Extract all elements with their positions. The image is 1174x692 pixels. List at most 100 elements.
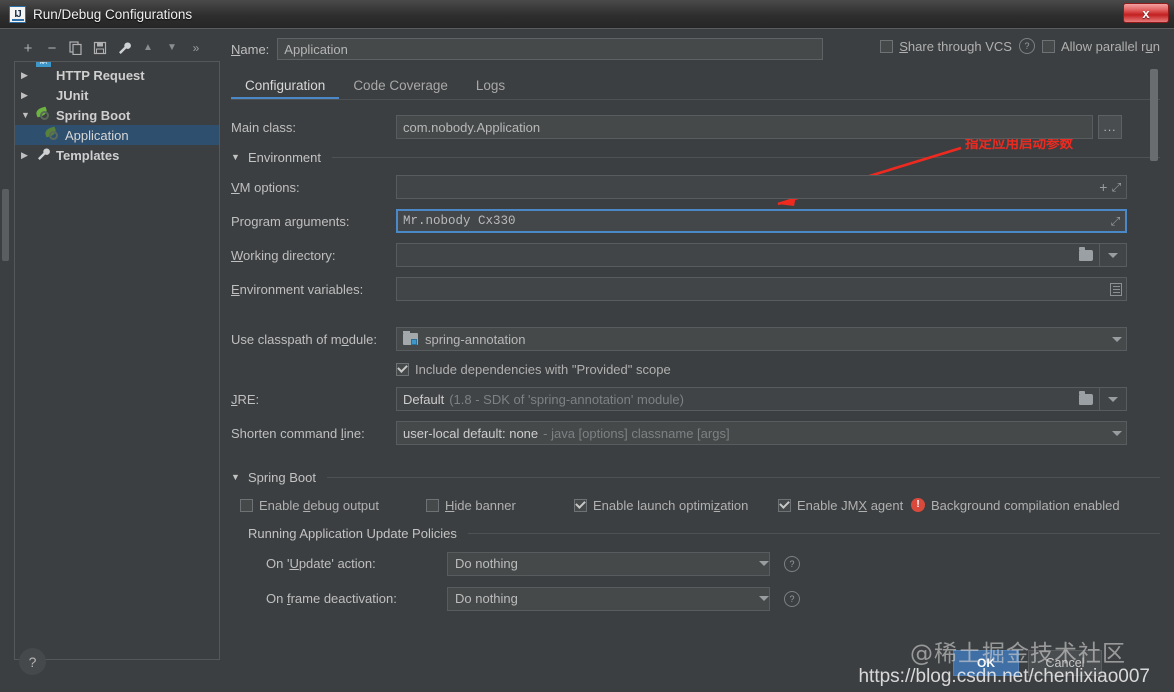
environment-section-label: Environment (248, 149, 321, 165)
name-input[interactable]: Application (277, 38, 824, 60)
program-arguments-value: Mr.nobody Cx330 (403, 214, 516, 228)
tree-item-junit[interactable]: ▶ JUnit (15, 85, 219, 105)
share-vcs-help-icon[interactable]: ? (1018, 38, 1035, 54)
enable-debug-output-checkbox[interactable]: Enable debug output (240, 498, 426, 513)
dialog-left-scrollbar-thumb[interactable] (2, 189, 9, 261)
browse-folder-icon[interactable] (1073, 246, 1099, 261)
enable-launch-optimization-label: Enable launch optimization (593, 497, 749, 513)
checkbox-box[interactable] (574, 498, 587, 512)
tree-item-http-request[interactable]: ▶ HTTP Request (15, 65, 219, 85)
program-arguments-adornments: ⤡ (1111, 214, 1121, 229)
on-update-action-dropdown[interactable]: Do nothing (447, 551, 770, 576)
save-configuration-icon[interactable] (89, 37, 111, 59)
add-macro-icon[interactable]: + (1099, 179, 1107, 195)
environment-section-header[interactable]: ▼ Environment (231, 144, 1160, 170)
tab-configuration[interactable]: Configuration (231, 78, 340, 99)
enable-launch-optimization-checkbox[interactable]: Enable launch optimization (574, 498, 778, 513)
on-frame-dropdown-arrow[interactable] (759, 596, 769, 601)
remove-configuration-button[interactable]: − (41, 37, 63, 59)
vm-options-input[interactable]: + ⤡ (396, 175, 1127, 199)
expand-editor-icon[interactable]: ⤡ (1111, 214, 1121, 229)
environment-variables-input[interactable] (396, 277, 1127, 301)
program-arguments-input[interactable]: Mr.nobody Cx330 ⤡ (396, 209, 1127, 233)
editor-scrollbar-thumb[interactable] (1150, 69, 1158, 161)
tabs-divider (231, 99, 1160, 100)
templates-wrench-icon (36, 147, 52, 163)
help-button[interactable]: ? (19, 648, 46, 675)
copy-configuration-icon[interactable] (65, 37, 87, 59)
checkbox-box[interactable] (1041, 39, 1055, 53)
working-directory-row: Working directory: (231, 238, 1160, 272)
working-directory-label: Working directory: (231, 247, 336, 263)
main-class-browse-button[interactable]: ... (1098, 115, 1122, 139)
on-update-dropdown-arrow[interactable] (759, 561, 769, 566)
shorten-command-line-label: Shorten command line: (231, 425, 365, 441)
configurations-toolbar: + − ▲ ▼ » (14, 35, 220, 61)
edit-templates-wrench-icon[interactable] (113, 37, 135, 59)
tree-item-spring-boot[interactable]: ▼ Spring Boot (15, 105, 219, 125)
tree-item-application[interactable]: Application (15, 125, 219, 145)
expand-triangle-icon[interactable]: ▶ (21, 70, 32, 81)
enable-jmx-agent-checkbox[interactable]: Enable JMX agent (778, 498, 911, 513)
allow-parallel-run-checkbox[interactable]: Allow parallel run (1041, 38, 1160, 54)
shorten-command-line-row: Shorten command line: user-local default… (231, 416, 1160, 450)
on-frame-deactivation-dropdown[interactable]: Do nothing (447, 586, 770, 611)
on-frame-deactivation-row: On frame deactivation: Do nothing ? (231, 581, 1160, 616)
collapse-triangle-icon[interactable]: ▼ (21, 110, 32, 120)
shorten-command-line-dropdown[interactable]: user-local default: none - java [options… (396, 421, 1127, 445)
working-directory-dropdown-icon[interactable] (1099, 243, 1126, 267)
jre-dropdown[interactable]: Default (1.8 - SDK of 'spring-annotation… (396, 387, 1127, 411)
edit-variables-list-icon[interactable] (1110, 282, 1122, 296)
tab-code-coverage[interactable]: Code Coverage (339, 78, 462, 99)
name-row-options: Share through VCS ? Allow parallel run (880, 38, 1160, 54)
add-configuration-button[interactable]: + (17, 37, 39, 59)
move-down-icon[interactable]: ▼ (161, 37, 183, 59)
spring-boot-section-header[interactable]: ▼ Spring Boot (231, 464, 1160, 490)
browse-folder-icon[interactable] (1073, 390, 1099, 405)
include-provided-checkbox[interactable]: Include dependencies with "Provided" sco… (396, 362, 671, 377)
use-classpath-arrow[interactable] (1112, 336, 1122, 342)
checkbox-box[interactable] (396, 362, 409, 376)
more-options-icon[interactable]: » (185, 37, 207, 59)
tab-logs[interactable]: Logs (462, 78, 519, 99)
expand-triangle-icon[interactable]: ▶ (21, 90, 32, 101)
working-directory-input[interactable] (396, 243, 1127, 267)
configuration-form: 指定应用启动参数 Main class: com.nobody.Applicat… (231, 110, 1160, 660)
close-icon[interactable]: x (1123, 3, 1169, 23)
expand-triangle-icon[interactable]: ▶ (21, 150, 32, 161)
vm-options-row: VM options: + ⤡ (231, 170, 1160, 204)
collapse-triangle-icon[interactable]: ▼ (231, 152, 241, 162)
hide-banner-label: Hide banner (445, 497, 516, 513)
hide-banner-checkbox[interactable]: Hide banner (426, 498, 574, 513)
move-up-icon[interactable]: ▲ (137, 37, 159, 59)
checkbox-box[interactable] (426, 498, 439, 512)
watermark-community: @稀土掘金技术社区 (910, 641, 1126, 667)
checkbox-box[interactable] (880, 39, 894, 53)
section-divider (467, 532, 1160, 534)
background-compilation-warning: ! Background compilation enabled (911, 498, 1120, 513)
working-directory-adornments (1073, 243, 1126, 267)
checkbox-box[interactable] (778, 498, 791, 512)
main-class-input[interactable]: com.nobody.Application (396, 115, 1093, 139)
on-update-action-value: Do nothing (455, 556, 518, 571)
module-icon (403, 331, 418, 345)
collapse-triangle-icon[interactable]: ▼ (231, 472, 241, 482)
jre-row: JRE: Default (1.8 - SDK of 'spring-annot… (231, 382, 1160, 416)
share-through-vcs-label: Share through VCS (899, 38, 1012, 54)
shorten-value-primary: user-local default: none (403, 425, 539, 441)
shorten-dropdown-arrow[interactable] (1112, 430, 1122, 436)
jre-dropdown-icon[interactable] (1099, 387, 1126, 411)
expand-editor-icon[interactable]: ⤡ (1112, 180, 1122, 195)
on-frame-help-icon[interactable]: ? (784, 590, 800, 607)
allow-parallel-run-label: Allow parallel run (1060, 38, 1160, 54)
tree-item-templates[interactable]: ▶ Templates (15, 145, 219, 165)
update-policies-label: Running Application Update Policies (248, 525, 457, 541)
use-classpath-value: spring-annotation (425, 331, 526, 347)
checkbox-box[interactable] (240, 498, 253, 512)
configurations-tree[interactable]: ▶ HTTP Request ▶ JUnit ▼ Spring Boot App… (14, 61, 220, 660)
share-through-vcs-checkbox[interactable]: Share through VCS (880, 39, 1012, 54)
environment-variables-row: Environment variables: (231, 272, 1160, 306)
use-classpath-dropdown[interactable]: spring-annotation (396, 327, 1127, 351)
section-divider (331, 156, 1160, 158)
on-update-help-icon[interactable]: ? (784, 555, 800, 572)
